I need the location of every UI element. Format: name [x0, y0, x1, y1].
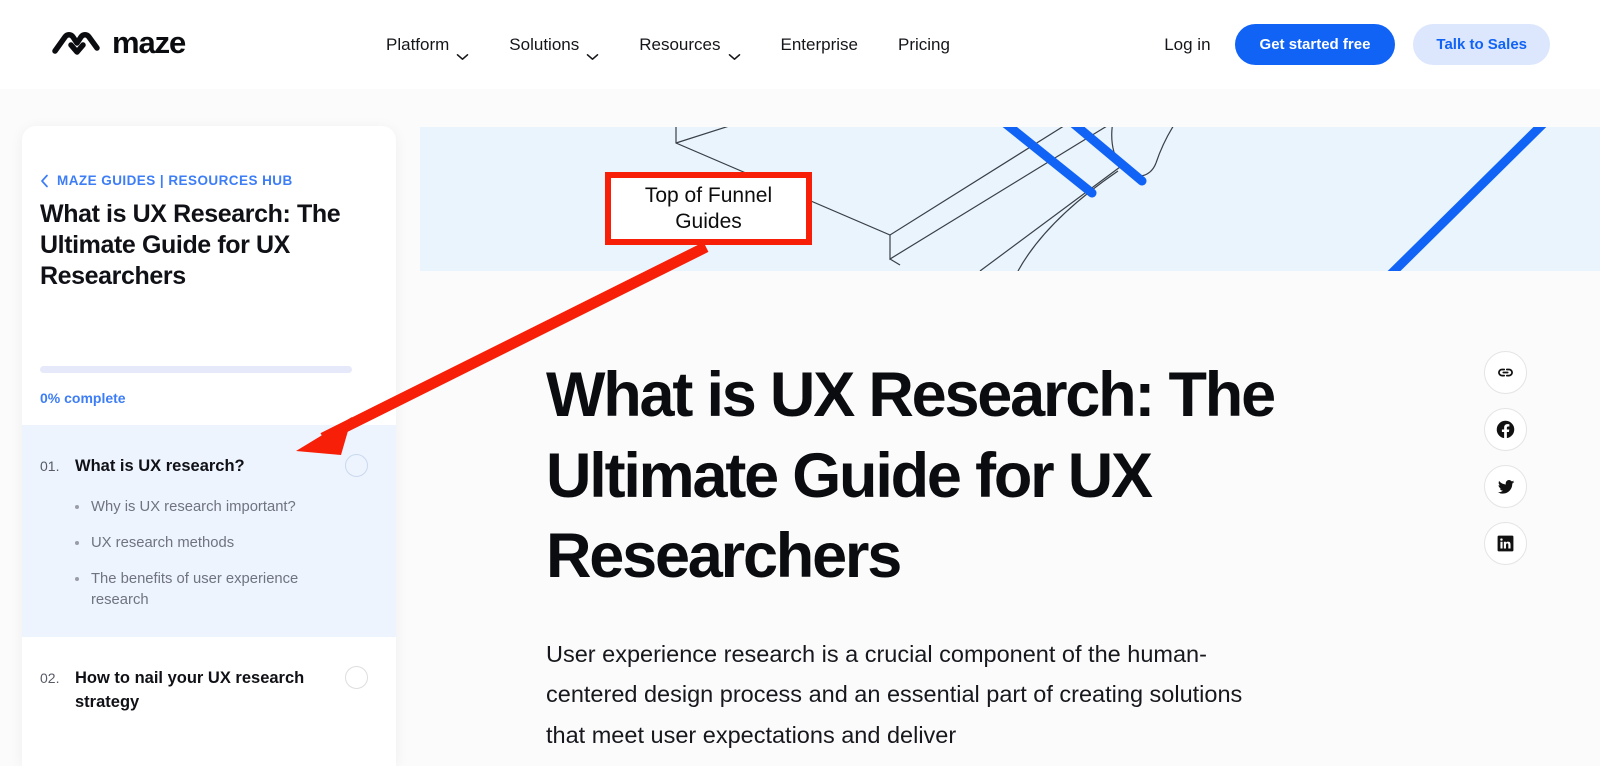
- toc-sublist: Why is UX research important? UX researc…: [75, 497, 396, 611]
- twitter-share-button[interactable]: [1484, 465, 1527, 508]
- toc-item-label: What is UX research?: [75, 457, 245, 475]
- share-rail: [1484, 351, 1527, 565]
- toc-item-number: 02.: [40, 670, 60, 687]
- progress-bar: [40, 366, 352, 373]
- toc-item-02[interactable]: 02. How to nail your UX research strateg…: [22, 637, 396, 740]
- linkedin-share-button[interactable]: [1484, 522, 1527, 565]
- page-body: MAZE GUIDES | RESOURCES HUB What is UX R…: [0, 89, 1600, 766]
- toc-subitem[interactable]: Why is UX research important?: [75, 497, 396, 518]
- maze-logo-text: maze: [112, 25, 186, 60]
- site-header: maze Platform Solutions Resources Enterp…: [0, 0, 1600, 89]
- nav-item-pricing[interactable]: Pricing: [898, 30, 950, 59]
- nav-item-solutions[interactable]: Solutions: [509, 30, 599, 60]
- get-started-free-button[interactable]: Get started free: [1234, 24, 1396, 65]
- chevron-down-icon: [728, 41, 741, 60]
- nav-item-enterprise[interactable]: Enterprise: [781, 30, 858, 59]
- nav-label: Pricing: [897, 35, 950, 54]
- login-link[interactable]: Log in: [1158, 35, 1216, 55]
- nav-item-resources[interactable]: Resources: [639, 30, 741, 60]
- facebook-icon: [1495, 419, 1516, 440]
- nav-label: Resources: [639, 35, 721, 54]
- toc-item-number: 01.: [40, 458, 60, 474]
- chevron-down-icon: [456, 41, 469, 60]
- nav-label: Platform: [386, 35, 450, 54]
- guide-sidebar: MAZE GUIDES | RESOURCES HUB What is UX R…: [22, 126, 396, 766]
- maze-logo[interactable]: maze: [50, 25, 186, 60]
- toc-subitem-label: Why is UX research important?: [91, 499, 296, 516]
- toc-subitem[interactable]: UX research methods: [75, 533, 396, 554]
- toc-subitem-label: UX research methods: [91, 535, 235, 552]
- twitter-icon: [1496, 477, 1516, 497]
- toc-item-01[interactable]: 01. What is UX research? Why is UX resea…: [22, 425, 396, 638]
- nav-label: Enterprise: [780, 35, 858, 54]
- page-title: What is UX Research: The Ultimate Guide …: [546, 360, 1276, 592]
- progress-label: 0% complete: [40, 390, 126, 406]
- chevron-down-icon: [586, 41, 599, 60]
- main-navigation: Platform Solutions Resources Enterprise …: [386, 30, 950, 60]
- line-art-desk-illustration: [675, 127, 1547, 271]
- toc-subitem[interactable]: The benefits of user experience research: [75, 569, 396, 611]
- toc-item-header: 02. How to nail your UX research strateg…: [22, 667, 396, 714]
- breadcrumb[interactable]: MAZE GUIDES | RESOURCES HUB: [40, 173, 293, 188]
- bullet-icon: [75, 577, 79, 582]
- linkedin-icon: [1496, 534, 1515, 553]
- guide-title: What is UX Research: The Ultimate Guide …: [40, 200, 341, 290]
- copy-link-button[interactable]: [1484, 351, 1527, 394]
- breadcrumb-label: MAZE GUIDES | RESOURCES HUB: [57, 173, 293, 188]
- toc-item-header: 01. What is UX research?: [22, 455, 396, 478]
- copy-link-icon: [1495, 362, 1516, 383]
- hero-banner: [420, 127, 1600, 271]
- toc-subitem-label: The benefits of user experience research: [91, 571, 299, 609]
- toc-progress-circle-icon[interactable]: [345, 454, 368, 477]
- maze-logo-mark: [50, 26, 102, 60]
- chevron-left-icon: [40, 174, 49, 188]
- article-intro-paragraph: User experience research is a crucial co…: [546, 641, 1243, 748]
- toc-item-label: How to nail your UX research strategy: [75, 669, 305, 711]
- table-of-contents: 01. What is UX research? Why is UX resea…: [22, 425, 396, 740]
- bullet-icon: [75, 541, 79, 546]
- nav-item-platform[interactable]: Platform: [386, 30, 469, 60]
- talk-to-sales-button[interactable]: Talk to Sales: [1413, 24, 1550, 65]
- bullet-icon: [75, 505, 79, 510]
- header-actions: Log in Get started free Talk to Sales: [1158, 24, 1550, 65]
- nav-label: Solutions: [509, 35, 580, 54]
- facebook-share-button[interactable]: [1484, 408, 1527, 451]
